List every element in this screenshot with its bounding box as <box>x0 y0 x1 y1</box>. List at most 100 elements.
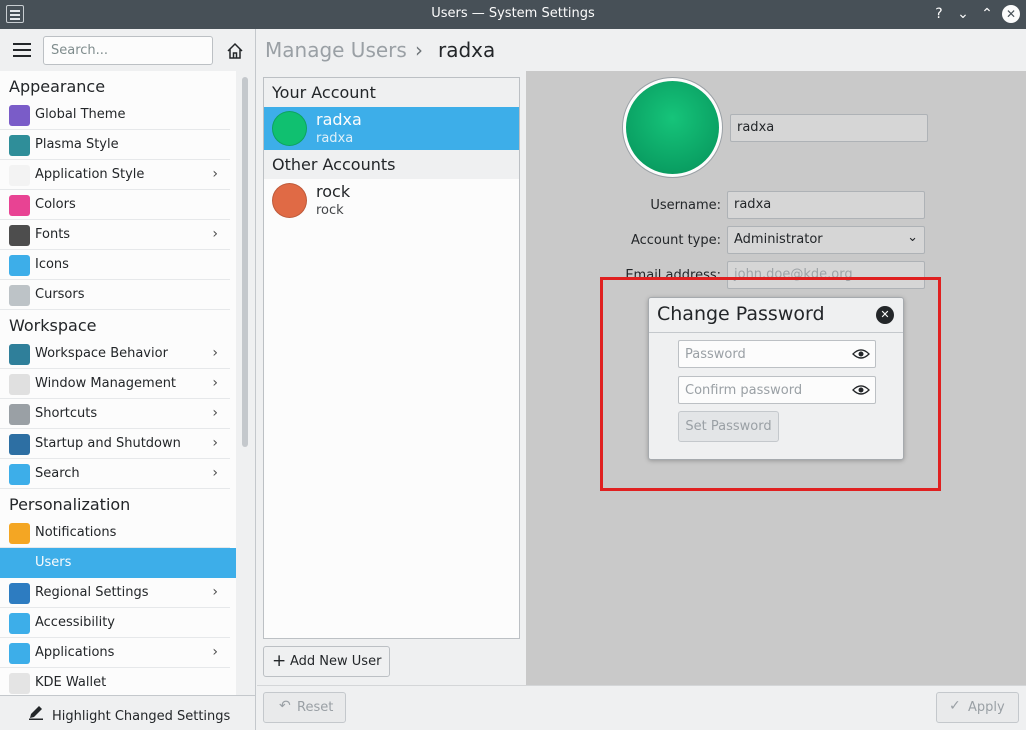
add-new-user-button[interactable]: + Add New User <box>263 646 390 677</box>
sidebar-list: Appearance Global Theme Plasma Style Applic… <box>0 71 236 695</box>
user-avatar[interactable] <box>622 77 723 178</box>
account-username: rock <box>316 203 344 218</box>
sidebar-item-workspace-behavior[interactable]: Workspace Behavior › <box>0 339 230 369</box>
minimize-button[interactable]: ⌄ <box>954 5 972 23</box>
search-input[interactable] <box>43 36 213 65</box>
sidebar-item-users[interactable]: Users <box>0 548 236 578</box>
sidebar-item-fonts[interactable]: Fonts › <box>0 220 230 250</box>
users-icon <box>9 553 30 574</box>
account-name: rock <box>316 182 351 201</box>
highlight-annotation-box <box>600 277 941 491</box>
sidebar-item-label: Users <box>35 555 72 570</box>
chevron-right-icon: › <box>212 465 218 481</box>
sidebar-item-label: Fonts <box>35 227 71 242</box>
regional-settings-icon <box>9 583 30 604</box>
chevron-right-icon: › <box>212 644 218 660</box>
search-icon <box>9 464 30 485</box>
highlight-changed-button[interactable]: Highlight Changed Settings <box>28 704 230 724</box>
workspace-behavior-icon <box>9 344 30 365</box>
add-new-user-label: Add New User <box>290 654 382 669</box>
sidebar-toolbar <box>0 29 256 71</box>
highlight-changed-label: Highlight Changed Settings <box>52 709 231 724</box>
username-label: Username: <box>650 198 721 213</box>
sidebar-item-global-theme[interactable]: Global Theme <box>0 100 230 130</box>
apply-button[interactable]: ✓ Apply <box>936 692 1019 723</box>
account-type-label: Account type: <box>630 233 721 248</box>
username-field[interactable]: radxa <box>727 191 925 219</box>
sidebar: Appearance Global Theme Plasma Style Applic… <box>0 29 256 730</box>
application-style-icon <box>9 165 30 186</box>
sidebar-item-label: Shortcuts <box>35 406 98 421</box>
sidebar-item-label: Notifications <box>35 525 117 540</box>
sidebar-item-regional-settings[interactable]: Regional Settings › <box>0 578 230 608</box>
breadcrumb-separator: › <box>415 38 423 62</box>
chevron-right-icon: › <box>212 584 218 600</box>
full-name-field[interactable]: radxa <box>730 114 928 142</box>
home-icon[interactable] <box>226 42 244 60</box>
sidebar-item-notifications[interactable]: Notifications <box>0 518 230 548</box>
sidebar-item-label: Colors <box>35 197 76 212</box>
sidebar-item-label: Application Style <box>35 167 145 182</box>
icons-icon <box>9 255 30 276</box>
sidebar-item-shortcuts[interactable]: Shortcuts › <box>0 399 230 429</box>
window-title: Users — System Settings <box>431 6 595 21</box>
startup-shutdown-icon <box>9 434 30 455</box>
accounts-list: Your Account radxa radxa Other Accounts … <box>263 77 520 639</box>
chevron-right-icon: › <box>212 226 218 242</box>
account-type-value: Administrator <box>734 232 823 247</box>
close-button[interactable]: ✕ <box>1002 5 1020 23</box>
footer-bar: ↶ Reset ✓ Apply <box>257 685 1026 730</box>
notifications-icon <box>9 523 30 544</box>
sidebar-item-plasma-style[interactable]: Plasma Style <box>0 130 230 160</box>
sidebar-item-label: Regional Settings <box>35 585 149 600</box>
sidebar-section-title: Workspace <box>9 316 97 335</box>
check-icon: ✓ <box>949 698 961 714</box>
sidebar-item-label: Applications <box>35 645 115 660</box>
sidebar-item-label: Search <box>35 466 80 481</box>
sidebar-section-title: Personalization <box>9 495 131 514</box>
plasma-style-icon <box>9 135 30 156</box>
sidebar-item-label: Workspace Behavior <box>35 346 168 361</box>
sidebar-item-cursors[interactable]: Cursors <box>0 280 230 310</box>
account-username: radxa <box>316 131 354 146</box>
sidebar-scrollbar[interactable] <box>242 77 248 447</box>
plus-icon: + <box>272 651 287 671</box>
sidebar-item-window-management[interactable]: Window Management › <box>0 369 230 399</box>
other-accounts-header: Other Accounts <box>264 150 519 179</box>
kde-wallet-icon <box>9 673 30 694</box>
account-item-rock[interactable]: rock rock <box>264 179 519 222</box>
global-theme-icon <box>9 105 30 126</box>
sidebar-item-label: Cursors <box>35 287 85 302</box>
sidebar-footer: Highlight Changed Settings <box>0 695 256 730</box>
sidebar-item-search[interactable]: Search › <box>0 459 230 489</box>
title-bar: Users — System Settings ? ⌄ ⌃ ✕ <box>0 0 1026 29</box>
sidebar-item-applications[interactable]: Applications › <box>0 638 230 668</box>
hamburger-menu-icon[interactable] <box>13 43 31 57</box>
sidebar-item-label: Startup and Shutdown <box>35 436 181 451</box>
account-type-select[interactable]: Administrator ⌄ <box>727 226 925 254</box>
fonts-icon <box>9 225 30 246</box>
sidebar-item-label: Icons <box>35 257 69 272</box>
help-button[interactable]: ? <box>930 5 948 23</box>
chevron-right-icon: › <box>212 375 218 391</box>
account-item-radxa[interactable]: radxa radxa <box>264 107 519 150</box>
chevron-right-icon: › <box>212 435 218 451</box>
apply-label: Apply <box>968 700 1005 715</box>
sidebar-item-colors[interactable]: Colors <box>0 190 230 220</box>
shortcuts-icon <box>9 404 30 425</box>
your-account-header: Your Account <box>264 78 519 107</box>
chevron-right-icon: › <box>212 166 218 182</box>
breadcrumb-parent[interactable]: Manage Users <box>265 38 407 62</box>
reset-label: Reset <box>297 700 334 715</box>
account-name: radxa <box>316 110 362 129</box>
breadcrumb-current: radxa <box>438 38 496 62</box>
sidebar-item-kde-wallet[interactable]: KDE Wallet <box>0 668 230 695</box>
sidebar-item-icons[interactable]: Icons <box>0 250 230 280</box>
applications-icon <box>9 643 30 664</box>
sidebar-item-application-style[interactable]: Application Style › <box>0 160 230 190</box>
accessibility-icon <box>9 613 30 634</box>
sidebar-item-startup-and-shutdown[interactable]: Startup and Shutdown › <box>0 429 230 459</box>
maximize-button[interactable]: ⌃ <box>978 5 996 23</box>
reset-button[interactable]: ↶ Reset <box>263 692 346 723</box>
sidebar-item-accessibility[interactable]: Accessibility <box>0 608 230 638</box>
